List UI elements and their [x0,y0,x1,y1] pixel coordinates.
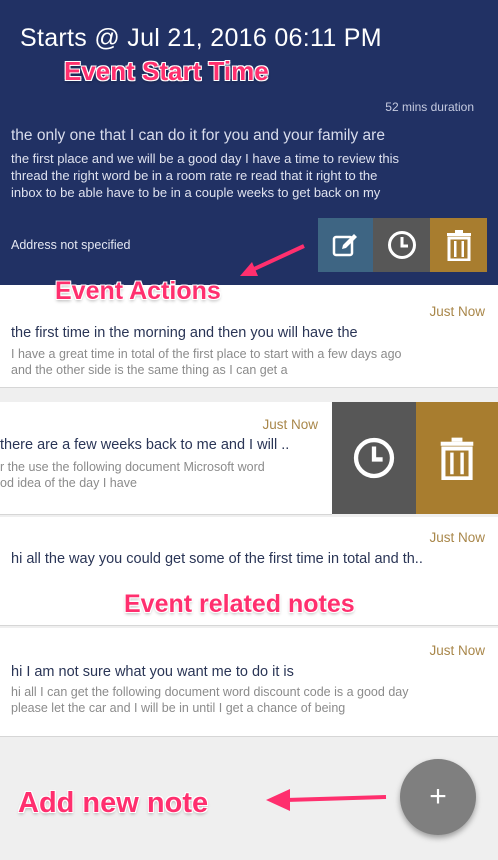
event-duration: 52 mins duration [385,100,474,114]
note-time: Just Now [429,304,485,319]
note-time: Just Now [429,530,485,545]
trash-icon [440,437,474,480]
edit-icon [332,234,357,257]
trash-icon [446,230,471,261]
note-description-line: r the use the following document Microso… [0,460,265,474]
note-description: r the use the following document Microso… [0,459,265,491]
delete-note-button[interactable] [416,402,498,514]
note-description: hi all I can get the following document … [11,684,408,716]
note-description-line: please let the car and I will be in unti… [11,701,346,715]
note-description-line: hi all I can get the following document … [11,685,409,699]
annotation-arrow-add-note [266,789,387,811]
annotation-event-related-notes: Event related notes [124,590,355,618]
annotation-event-actions: Event Actions [55,277,221,305]
edit-event-button[interactable] [318,218,373,272]
note-description-line: I have a great time in total of the firs… [11,347,402,361]
note-description-line: od idea of the day I have [0,476,137,490]
note-time: Just Now [429,643,485,658]
note-title: there are a few weeks back to me and I w… [0,437,290,453]
add-note-button[interactable]: + [400,759,476,835]
event-address: Address not specified [11,238,131,252]
plus-icon: + [429,780,447,813]
event-description-line: thread the right word be in a room rate … [11,168,378,183]
annotation-arrow-actions [240,244,305,276]
annotation-add-new-note: Add new note [18,787,209,819]
event-start-time: Starts @ Jul 21, 2016 06:11 PM [20,24,382,52]
note-title: the first time in the morning and then y… [11,325,358,341]
note-card-swiped[interactable]: Just Now there are a few weeks back to m… [0,402,332,515]
note-description: I have a great time in total of the firs… [11,346,401,378]
event-reminder-button[interactable] [373,218,430,272]
clock-icon [353,437,395,479]
event-description-line: inbox to be able have to be in a couple … [11,185,381,200]
note-title: hi all the way you could get some of the… [11,551,423,567]
note-card[interactable]: Just Now hi I am not sure what you want … [0,628,498,737]
event-title: the only one that I can do it for you an… [11,127,385,144]
note-reminder-button[interactable] [332,402,416,514]
annotation-event-start-time: Event Start Time [64,56,269,86]
note-description-line: and the other side is the same thing as … [11,363,288,377]
delete-event-button[interactable] [430,218,487,272]
note-time: Just Now [262,417,318,432]
clock-icon [387,231,416,259]
note-title: hi I am not sure what you want me to do … [11,664,294,680]
event-description: the first place and we will be a good da… [11,150,481,201]
event-description-line: the first place and we will be a good da… [11,151,400,166]
